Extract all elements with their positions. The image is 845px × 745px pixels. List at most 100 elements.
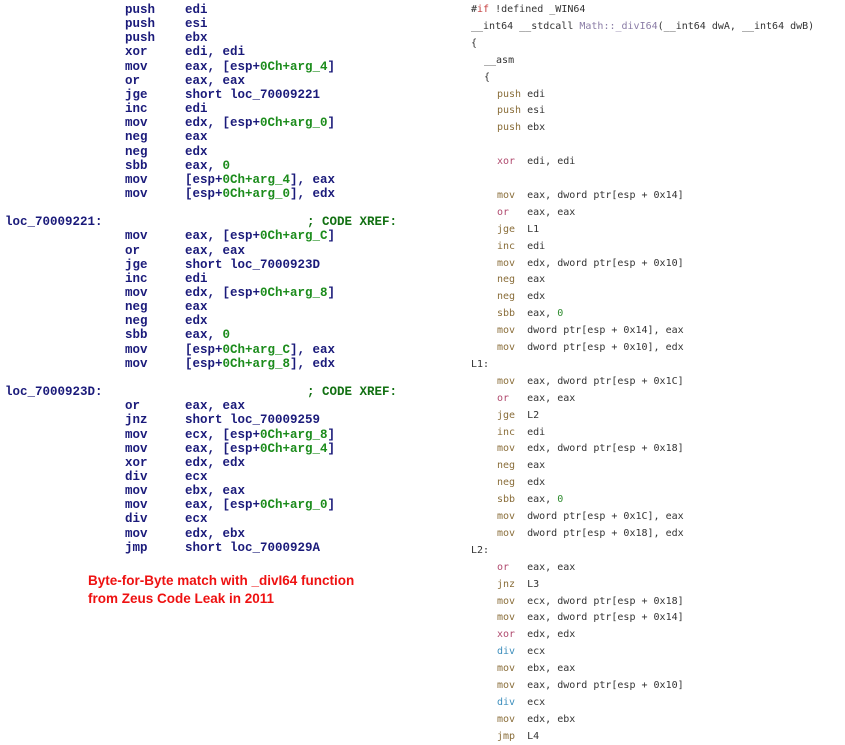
code-token: edi [521, 88, 546, 100]
mnemonic: jnz [125, 413, 148, 428]
code-token: Math::_divI64 [579, 20, 658, 32]
source-line: jnz L3 [497, 576, 539, 593]
disasm-line: inc edi [0, 272, 440, 286]
disasm-line: or eax, eax [0, 74, 440, 88]
operand-token: eax, eax [185, 73, 246, 88]
code-token: 0 [557, 494, 564, 506]
code-token: or [497, 392, 510, 404]
operand-token: ecx, [esp+ [185, 427, 261, 442]
mnemonic: push [125, 3, 156, 17]
operand-token: short loc_7000929A [185, 540, 321, 555]
operand-token: ebx [185, 31, 208, 46]
mnemonic: inc [125, 102, 148, 117]
code-token: ecx [515, 646, 546, 658]
mnemonic: div [125, 512, 148, 527]
code-token: edx, ebx [515, 713, 576, 725]
source-line: div ecx [497, 643, 545, 660]
source-line: { [484, 69, 490, 86]
operands: ebx, eax [185, 484, 245, 498]
disasm-line: mov ebx, eax [0, 484, 440, 498]
disasm-line: xor edi, edi [0, 45, 440, 59]
code-token: dword ptr[esp + 0x10], edx [515, 342, 684, 353]
code-token: edx, edx [515, 629, 576, 641]
code-token: mov [497, 375, 516, 387]
source-line: div ecx [497, 694, 545, 711]
source-line: mov dword ptr[esp + 0x14], eax [497, 322, 684, 339]
operand-token: edx [185, 314, 208, 329]
operand-token: ebx, eax [185, 484, 246, 499]
source-line: __asm [484, 52, 514, 69]
code-token: mov [497, 680, 516, 691]
code-token: eax [515, 460, 546, 472]
source-line: mov edx, dword ptr[esp + 0x10] [497, 255, 684, 272]
code-token: ecx [515, 696, 546, 708]
disasm-line: mov edx, [esp+0Ch+arg_0] [0, 116, 440, 130]
disasm-line: xor edx, edx [0, 456, 440, 470]
code-token: L4 [515, 730, 540, 742]
disasm-line: inc edi [0, 102, 440, 116]
operand-token: edx, edx [185, 455, 246, 470]
code-token: edx [515, 477, 546, 489]
source-line: mov dword ptr[esp + 0x1C], eax [497, 508, 684, 525]
code-token: eax, [515, 494, 558, 506]
disasm-line: sbb eax, 0 [0, 159, 440, 173]
mnemonic: mov [125, 498, 148, 513]
mnemonic: mov [125, 59, 148, 74]
operand-token: eax, eax [185, 399, 246, 414]
source-line: mov dword ptr[esp + 0x18], edx [497, 525, 684, 542]
code-token: push [497, 122, 522, 134]
mnemonic: inc [125, 271, 148, 286]
operand-token: eax, [185, 158, 223, 173]
code-token: mov [497, 342, 516, 353]
operands: [esp+0Ch+arg_0], edx [185, 187, 335, 201]
code-label: loc_70009221: [5, 215, 103, 230]
disasm-line [0, 371, 440, 385]
operands: short loc_70009221 [185, 88, 320, 102]
code-token: L1: [471, 358, 490, 370]
operand-token: eax, [185, 328, 223, 343]
operand-token: 0Ch+arg_4 [260, 441, 328, 456]
code-token: edx, dword ptr[esp + 0x18] [515, 443, 684, 455]
code-token: neg [497, 274, 516, 286]
operands: eax, eax [185, 244, 245, 258]
disasm-line: neg eax [0, 300, 440, 314]
source-line: or eax, eax [497, 204, 575, 221]
code-token: eax, [515, 308, 558, 320]
source-line: push edi [497, 86, 545, 103]
operand-token: 0Ch+arg_8 [260, 427, 328, 442]
operands: edx, [esp+0Ch+arg_0] [185, 116, 335, 130]
source-line: sbb eax, 0 [497, 491, 563, 508]
operands: short loc_7000929A [185, 541, 320, 555]
code-token: div [497, 646, 516, 658]
source-line: xor edi, edi [497, 153, 575, 170]
operands: eax, eax [185, 399, 245, 413]
code-token: eax, dword ptr[esp + 0x1C] [515, 375, 684, 387]
disasm-line: neg edx [0, 145, 440, 159]
code-token: ecx, dword ptr[esp + 0x18] [515, 595, 684, 607]
operands: eax, [esp+0Ch+arg_4] [185, 60, 335, 74]
source-line: mov eax, dword ptr[esp + 0x10] [497, 677, 684, 694]
disasm-line: mov [esp+0Ch+arg_0], edx [0, 187, 440, 201]
code-token: L2: [471, 544, 490, 556]
mnemonic: sbb [125, 328, 148, 343]
operand-token: edx, [esp+ [185, 116, 261, 131]
disasm-line: push esi [0, 17, 440, 31]
operand-token: [esp+ [185, 172, 223, 187]
code-token: mov [497, 595, 516, 607]
operands: eax, 0 [185, 328, 230, 342]
disasm-line: mov [esp+0Ch+arg_8], edx [0, 357, 440, 371]
code-token: 0 [557, 308, 564, 320]
source-line: or eax, eax [497, 390, 575, 407]
code-token: mov [497, 713, 516, 725]
operand-token: edi [185, 3, 208, 17]
disasm-line: div ecx [0, 512, 440, 526]
operand-token: ecx [185, 512, 208, 527]
code-token: L1 [515, 223, 540, 235]
code-token: mov [497, 257, 516, 269]
annotation-line-2: from Zeus Code Leak in 2011 [88, 591, 275, 606]
code-token: neg [497, 460, 516, 472]
code-token: dword ptr[esp + 0x14], eax [515, 325, 684, 337]
operand-token: [esp+ [185, 186, 223, 201]
operand-token: [esp+ [185, 356, 223, 371]
code-token: eax, eax [509, 392, 576, 404]
